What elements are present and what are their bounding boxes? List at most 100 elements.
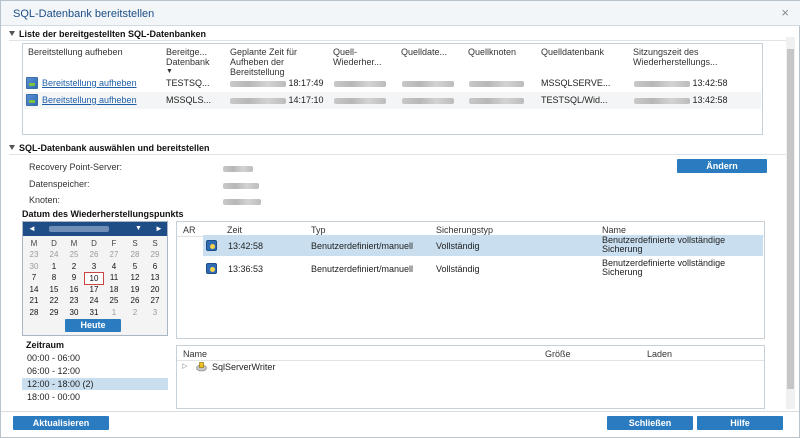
help-button[interactable]: Hilfe	[697, 416, 783, 430]
calendar-day[interactable]: 23	[64, 295, 84, 306]
calendar-day[interactable]: 21	[24, 295, 44, 306]
calendar-day[interactable]: 16	[64, 284, 84, 295]
calendar-day[interactable]: 29	[145, 249, 165, 260]
dialog-scrollbar[interactable]	[786, 37, 795, 409]
calendar-day[interactable]: 26	[125, 295, 145, 306]
mounted-db-value: TESTSQ...	[166, 78, 210, 88]
col-header-tree-name[interactable]: Name	[183, 349, 207, 359]
calendar-day[interactable]: 29	[44, 307, 64, 318]
refresh-button[interactable]: Aktualisieren	[13, 416, 109, 430]
calendar-day[interactable]: 27	[104, 249, 124, 260]
time-range-item[interactable]: 00:00 - 06:00	[22, 352, 168, 364]
node-label: Knoten:	[29, 195, 61, 205]
col-header-size[interactable]: Größe	[545, 349, 571, 359]
col-header-backup-type[interactable]: Sicherungstyp	[436, 225, 493, 235]
calendar-day[interactable]: 26	[84, 249, 104, 260]
calendar-day[interactable]: 6	[145, 261, 165, 272]
redacted-value	[469, 78, 524, 88]
date-picker-calendar: ◄ ▼ ► M D M D F S S 23 24 25 26 27 28 29 30 1 2 3 4 5 6 7 8 9 10…	[22, 221, 168, 336]
col-header-mounted-db[interactable]: Bereitge... Datenbank ▼	[166, 47, 221, 77]
section-mounted-databases-header[interactable]: Liste der bereitgestellten SQL-Datenbank…	[9, 29, 206, 39]
weekday-label: D	[51, 239, 57, 248]
month-year-redacted[interactable]	[49, 226, 109, 232]
calendar-day[interactable]: 27	[145, 295, 165, 306]
col-header-source-rps[interactable]: Quell-Wiederher...	[333, 47, 393, 67]
time-range-item-selected[interactable]: 12:00 - 18:00 (2)	[22, 378, 168, 390]
change-button[interactable]: Ändern	[677, 159, 767, 173]
time-range-item[interactable]: 18:00 - 00:00	[22, 391, 168, 403]
unmount-link[interactable]: Bereitstellung aufheben	[42, 78, 137, 88]
calendar-day[interactable]: 31	[84, 307, 104, 318]
calendar-day[interactable]: 1	[44, 261, 64, 272]
close-icon[interactable]: ×	[781, 6, 789, 19]
footer-divider	[1, 411, 799, 412]
calendar-day[interactable]: 18	[104, 284, 124, 295]
col-header-unmount[interactable]: Bereitstellung aufheben	[28, 47, 158, 57]
close-button[interactable]: Schließen	[607, 416, 693, 430]
unmount-link[interactable]: Bereitstellung aufheben	[42, 95, 137, 105]
calendar-day[interactable]: 24	[44, 249, 64, 260]
next-month-icon[interactable]: ►	[155, 224, 163, 233]
recovery-point-backup-type: Vollständig	[436, 264, 480, 274]
calendar-day[interactable]: 28	[24, 307, 44, 318]
calendar-day[interactable]: 14	[24, 284, 44, 295]
calendar-day[interactable]: 25	[64, 249, 84, 260]
calendar-day[interactable]: 7	[24, 272, 44, 283]
col-header-load[interactable]: Laden	[647, 349, 672, 359]
source-db-value: TESTSQL/Wid...	[541, 95, 608, 105]
tree-item-label: SqlServerWriter	[212, 362, 276, 372]
calendar-day[interactable]: 19	[125, 284, 145, 295]
col-header-session-time[interactable]: Sitzungszeit des Wiederherstellungs...	[633, 47, 753, 67]
recovery-point-backup-type: Vollständig	[436, 241, 480, 251]
calendar-day[interactable]: 30	[64, 307, 84, 318]
calendar-day[interactable]: 24	[84, 295, 104, 306]
unmount-icon	[26, 77, 38, 89]
scheduled-time-cell: 18:17:49	[230, 78, 324, 88]
calendar-day[interactable]: 4	[104, 261, 124, 272]
mount-sql-dialog: SQL-Datenbank bereitstellen × Liste der …	[0, 0, 800, 438]
calendar-day[interactable]: 3	[84, 261, 104, 272]
calendar-day[interactable]: 23	[24, 249, 44, 260]
time-range-item[interactable]: 06:00 - 12:00	[22, 365, 168, 377]
calendar-day[interactable]: 25	[104, 295, 124, 306]
calendar-day[interactable]: 5	[125, 261, 145, 272]
section-select-mount-header[interactable]: SQL-Datenbank auswählen und bereitstelle…	[9, 143, 210, 153]
col-header-source-db[interactable]: Quelldatenbank	[541, 47, 626, 57]
calendar-day[interactable]: 3	[145, 307, 165, 318]
col-header-type[interactable]: Typ	[311, 225, 326, 235]
weekday-label: S	[132, 239, 138, 248]
scheduled-time-value: 18:17:49	[288, 78, 324, 88]
table-row[interactable]: Bereitstellung aufheben MSSQLS... 14:17:…	[24, 92, 761, 109]
calendar-day[interactable]: 11	[104, 272, 124, 283]
calendar-day[interactable]: 2	[125, 307, 145, 318]
dialog-titlebar: SQL-Datenbank bereitstellen ×	[1, 1, 800, 26]
session-time-value: 13:42:58	[692, 78, 728, 88]
month-dropdown-icon[interactable]: ▼	[135, 225, 142, 232]
calendar-day[interactable]: 9	[64, 272, 84, 283]
calendar-day[interactable]: 1	[104, 307, 124, 318]
calendar-day[interactable]: 22	[44, 295, 64, 306]
col-header-scheduled-time[interactable]: Geplante Zeit für Aufheben der Bereitste…	[230, 47, 320, 77]
prev-month-icon[interactable]: ◄	[28, 224, 36, 233]
tree-item[interactable]: ▷ SqlServerWriter	[178, 361, 763, 375]
calendar-day[interactable]: 20	[145, 284, 165, 295]
calendar-day[interactable]: 8	[44, 272, 64, 283]
col-header-name[interactable]: Name	[602, 225, 626, 235]
scrollbar-thumb[interactable]	[787, 49, 794, 389]
today-button[interactable]: Heute	[65, 319, 121, 332]
calendar-day[interactable]: 13	[145, 272, 165, 283]
col-header-time[interactable]: Zeit	[227, 225, 242, 235]
col-header-ar[interactable]: AR	[183, 225, 196, 235]
calendar-day[interactable]: 17	[84, 284, 104, 295]
calendar-day[interactable]: 2	[64, 261, 84, 272]
col-header-source-datastore[interactable]: Quelldate...	[401, 47, 461, 57]
table-row[interactable]: Bereitstellung aufheben TESTSQ... 18:17:…	[24, 75, 761, 92]
calendar-day[interactable]: 12	[125, 272, 145, 283]
recovery-point-row-selected[interactable]: 13:42:58 Benutzerdefiniert/manuell Volls…	[203, 235, 763, 256]
calendar-day[interactable]: 28	[125, 249, 145, 260]
col-header-source-node[interactable]: Quellknoten	[468, 47, 528, 57]
recovery-point-row[interactable]: 13:36:53 Benutzerdefiniert/manuell Volls…	[203, 258, 763, 279]
calendar-day[interactable]: 30	[24, 261, 44, 272]
calendar-day[interactable]: 15	[44, 284, 64, 295]
tree-expander-icon[interactable]: ▷	[182, 362, 187, 370]
